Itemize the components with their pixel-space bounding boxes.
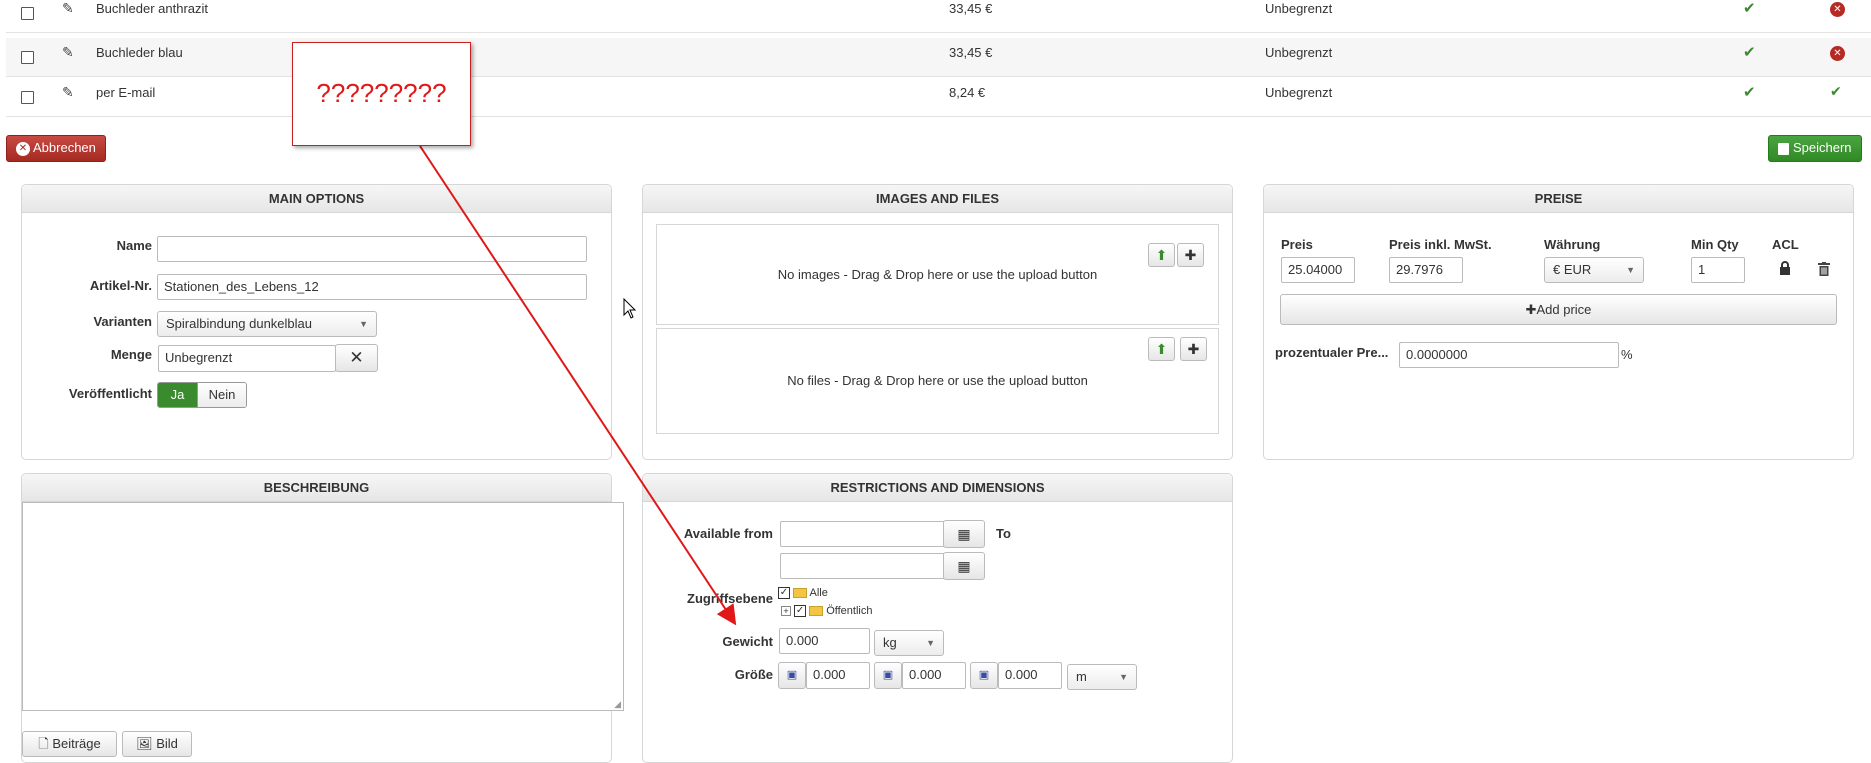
annotation-callout: ????????? [292, 42, 471, 146]
annotation-arrow [419, 145, 737, 626]
